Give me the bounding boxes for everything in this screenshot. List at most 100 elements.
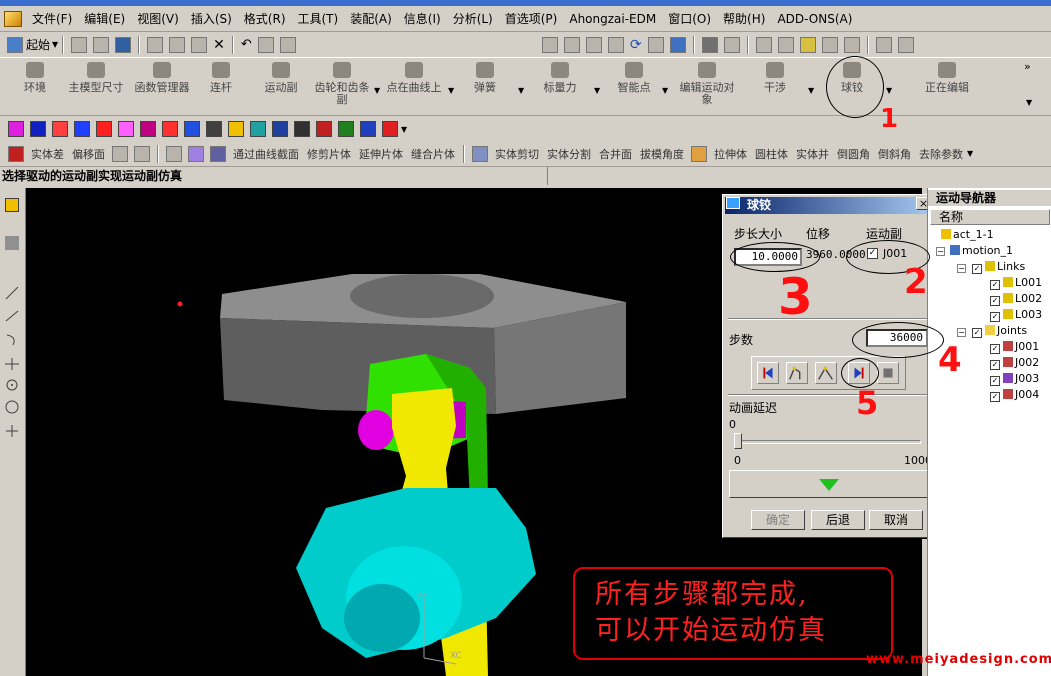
extrude-icon[interactable] — [691, 145, 707, 162]
joints-checkbox[interactable]: ✓ — [972, 328, 982, 338]
step-back-button[interactable] — [786, 362, 808, 384]
start-button[interactable]: 起始 ▼ — [4, 36, 58, 53]
menu-assembly[interactable]: 装配(A) — [344, 10, 398, 27]
delete-icon[interactable]: ✕ — [213, 37, 225, 53]
tree-node-joint[interactable]: ✓ J002 — [990, 356, 1039, 370]
screen-icon[interactable] — [250, 121, 266, 137]
interference-dropdown-arrow[interactable]: ▼ — [808, 86, 814, 95]
snap-icon[interactable] — [777, 36, 794, 53]
joint-button[interactable]: 运动副 — [258, 60, 304, 114]
measure-icon[interactable] — [875, 36, 892, 53]
menu-preferences[interactable]: 首选项(P) — [499, 10, 564, 27]
anchor-icon[interactable] — [338, 121, 354, 137]
analysis-icon[interactable] — [897, 36, 914, 53]
function-manager-button[interactable]: 函数管理器 — [134, 60, 190, 114]
stop-button[interactable] — [877, 362, 899, 384]
highlight-color-icon[interactable] — [96, 121, 112, 137]
joint-checkbox[interactable]: ✓ — [990, 376, 1000, 386]
menu-format[interactable]: 格式(R) — [238, 10, 292, 27]
trim-sheet-button[interactable]: 修剪片体 — [307, 146, 351, 162]
spring-button[interactable]: 弹簧 — [462, 60, 508, 114]
smart-point-button[interactable]: 智能点 — [606, 60, 662, 114]
toolbar-overflow-icon[interactable]: » — [1024, 60, 1031, 73]
extrude-button[interactable]: 拉伸体 — [714, 146, 747, 162]
links-checkbox[interactable]: ✓ — [972, 264, 982, 274]
point-on-curve-button[interactable]: 点在曲线上 — [386, 60, 442, 114]
edge-color-icon[interactable] — [162, 121, 178, 137]
tree-node-link[interactable]: ✓ L003 — [990, 308, 1042, 322]
menu-tools[interactable]: 工具(T) — [292, 10, 345, 27]
color-toolbar-dropdown[interactable]: ▼ — [401, 125, 407, 134]
pan-icon[interactable] — [607, 36, 624, 53]
point-icon[interactable] — [843, 36, 860, 53]
menu-view[interactable]: 视图(V) — [131, 10, 185, 27]
reset-to-start-button[interactable] — [757, 362, 779, 384]
triangle-icon[interactable] — [272, 121, 288, 137]
point-dropdown-arrow[interactable]: ▼ — [448, 86, 454, 95]
draft-button[interactable]: 拔模角度 — [640, 146, 684, 162]
mesh-icon[interactable] — [210, 145, 226, 162]
plus-tool-icon[interactable] — [5, 424, 19, 438]
menu-info[interactable]: 信息(I) — [398, 10, 447, 27]
menu-file[interactable]: 文件(F) — [26, 10, 78, 27]
ladder-icon[interactable] — [206, 121, 222, 137]
zoom-icon[interactable] — [585, 36, 602, 53]
box-color-icon[interactable] — [184, 121, 200, 137]
menu-analysis[interactable]: 分析(L) — [447, 10, 499, 27]
step-forward-button[interactable] — [815, 362, 837, 384]
tree-node-joint[interactable]: ✓ J001 — [990, 340, 1039, 354]
tree-node-motion[interactable]: motion_1 — [950, 244, 1013, 258]
feature-toolbar-dropdown[interactable]: ▼ — [967, 149, 973, 158]
curve-color-icon[interactable] — [52, 121, 68, 137]
paste-icon[interactable] — [191, 36, 208, 53]
open-file-icon[interactable] — [93, 36, 110, 53]
edit-motion-object-button[interactable]: 编辑运动对象 — [678, 60, 736, 114]
grid-icon[interactable] — [294, 121, 310, 137]
extend-sheet-button[interactable]: 延伸片体 — [359, 146, 403, 162]
subtract-button[interactable]: 实体差 — [31, 146, 64, 162]
tree-node-joint[interactable]: ✓ J003 — [990, 372, 1039, 386]
trim-icon[interactable] — [112, 145, 128, 162]
hat-icon[interactable] — [228, 121, 244, 137]
expand-options-button[interactable] — [729, 470, 929, 498]
name-column-header[interactable]: 名称 — [930, 209, 1050, 225]
offset-face-button[interactable]: 偏移面 — [72, 146, 105, 162]
perspective-icon[interactable] — [647, 36, 664, 53]
spherical-joint-dropdown-arrow[interactable]: ▼ — [886, 86, 892, 95]
hook-icon[interactable] — [360, 121, 376, 137]
menu-help[interactable]: 帮助(H) — [717, 10, 771, 27]
menu-edit[interactable]: 编辑(E) — [78, 10, 131, 27]
sheet-color-icon[interactable] — [118, 121, 134, 137]
line-tool-2-icon[interactable] — [5, 308, 19, 322]
point-tool-icon[interactable] — [5, 378, 19, 392]
joint-checkbox[interactable]: ✓ — [990, 360, 1000, 370]
cross-icon[interactable] — [316, 121, 332, 137]
extend-icon[interactable] — [134, 145, 150, 162]
menu-window[interactable]: 窗口(O) — [662, 10, 717, 27]
sew-button[interactable]: 缝合片体 — [411, 146, 455, 162]
editing-button[interactable]: 正在编辑 — [918, 60, 976, 114]
undo-icon[interactable]: ↶ — [241, 37, 252, 52]
master-model-dimension-button[interactable]: 主模型尺寸 — [68, 60, 124, 114]
scalar-force-button[interactable]: 标量力 — [532, 60, 588, 114]
arc-tool-icon[interactable] — [5, 333, 19, 347]
layer-icon[interactable] — [279, 36, 296, 53]
fit-view-icon[interactable] — [541, 36, 558, 53]
cut-body-button[interactable]: 实体剪切 — [495, 146, 539, 162]
tangent-tool-icon[interactable] — [5, 356, 19, 370]
motion-expander[interactable]: − — [936, 247, 945, 256]
camera-icon[interactable] — [669, 36, 686, 53]
snap-tool-icon[interactable] — [5, 236, 19, 250]
editing-dropdown-arrow[interactable]: ▼ — [1026, 98, 1032, 107]
gear-rack-joint-button[interactable]: 齿轮和齿条副 — [314, 60, 370, 114]
select-tool-icon[interactable] — [5, 198, 19, 212]
view-orientation-icon[interactable] — [723, 36, 740, 53]
links-expander[interactable]: − — [957, 264, 966, 273]
save-icon[interactable] — [115, 36, 132, 53]
link-button[interactable]: 连杆 — [200, 60, 242, 114]
selection-icon[interactable] — [755, 36, 772, 53]
solid-color-icon[interactable] — [30, 121, 46, 137]
unite-button[interactable]: 实体并 — [796, 146, 829, 162]
animation-delay-slider-track[interactable] — [737, 440, 921, 444]
cylinder-button[interactable]: 圆柱体 — [755, 146, 788, 162]
